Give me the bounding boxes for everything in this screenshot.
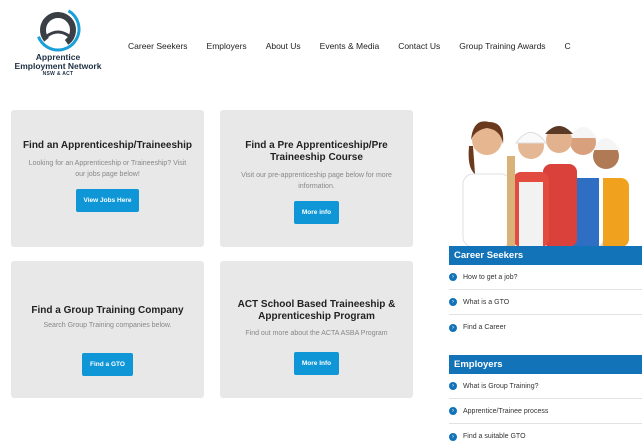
sidebar-item-what-is-gto[interactable]: › What is a GTO xyxy=(449,290,642,315)
chevron-right-icon: › xyxy=(449,432,457,441)
card-act-school-based: ACT School Based Traineeship & Apprentic… xyxy=(220,261,413,398)
card-title: ACT School Based Traineeship & Apprentic… xyxy=(237,299,396,322)
nav-employers[interactable]: Employers xyxy=(207,41,247,55)
sidebar-header-employers[interactable]: Employers xyxy=(449,355,642,374)
card-title: Find an Apprenticeship/Traineeship xyxy=(22,140,193,151)
sidebar-item-label: What is Group Training? xyxy=(463,382,539,390)
chevron-right-icon: › xyxy=(449,298,457,306)
nav-career-seekers[interactable]: Career Seekers xyxy=(128,41,188,55)
pre-apprenticeship-more-info-button[interactable]: More info xyxy=(293,201,340,224)
apprentices-illustration xyxy=(462,121,629,247)
find-gto-button[interactable]: Find a GTO xyxy=(82,353,133,376)
apprentices-photo xyxy=(449,116,642,247)
card-title: Find a Group Training Company xyxy=(31,305,184,316)
logo-text-line3: NSW & ACT xyxy=(42,71,74,77)
chevron-right-icon: › xyxy=(449,382,457,390)
card-description: Find out more about the ACTA ASBA Progra… xyxy=(245,330,388,337)
main-nav: Career Seekers Employers About Us Events… xyxy=(128,41,571,55)
sidebar-career-seekers: Career Seekers › How to get a job? › Wha… xyxy=(449,246,642,340)
sidebar-item-label: Find a Career xyxy=(463,324,506,331)
sidebar-item-label: How to get a job? xyxy=(463,273,518,281)
card-group-training-company: Find a Group Training Company Search Gro… xyxy=(11,261,204,398)
sidebar-employers: Employers › What is Group Training? › Ap… xyxy=(449,355,642,446)
card-title: Find a Pre Apprenticeship/Pre Traineeshi… xyxy=(245,140,388,163)
nav-contact-us[interactable]: Contact Us xyxy=(398,41,440,55)
nav-item-truncated[interactable]: C xyxy=(565,41,571,55)
logo-text-line2: Employment Network xyxy=(14,61,102,71)
sidebar-item-label: Apprentice/Trainee process xyxy=(463,407,549,415)
sidebar-item-what-is-group-training[interactable]: › What is Group Training? xyxy=(449,374,642,399)
sidebar-header-career-seekers[interactable]: Career Seekers xyxy=(449,246,642,265)
chevron-right-icon: › xyxy=(449,273,457,281)
sidebar-item-how-to-get-job[interactable]: › How to get a job? xyxy=(449,265,642,290)
card-pre-apprenticeship: Find a Pre Apprenticeship/Pre Traineeshi… xyxy=(220,110,413,247)
nav-events-media[interactable]: Events & Media xyxy=(320,41,380,55)
nav-group-training-awards[interactable]: Group Training Awards xyxy=(459,41,545,55)
card-description: Looking for an Apprenticeship or Trainee… xyxy=(28,160,187,178)
nav-about-us[interactable]: About Us xyxy=(266,41,301,55)
sidebar-item-label: What is a GTO xyxy=(463,298,510,306)
card-description: Visit our pre-apprenticeship page below … xyxy=(241,172,392,190)
sidebar-item-find-career[interactable]: › Find a Career xyxy=(449,315,642,340)
sidebar-item-apprentice-process[interactable]: › Apprentice/Trainee process xyxy=(449,399,642,424)
chevron-right-icon: › xyxy=(449,407,457,415)
card-description: Search Group Training companies below. xyxy=(43,322,172,329)
sidebar-item-find-suitable-gto[interactable]: › Find a suitable GTO xyxy=(449,424,642,446)
act-asba-more-info-button[interactable]: More Info xyxy=(293,352,340,375)
view-jobs-button[interactable]: View Jobs Here xyxy=(75,189,140,212)
card-find-apprenticeship: Find an Apprenticeship/Traineeship Looki… xyxy=(11,110,204,247)
site-logo[interactable]: Apprentice Employment Network NSW & ACT xyxy=(8,6,108,90)
logo-mark-icon xyxy=(35,6,81,52)
sidebar-item-label: Find a suitable GTO xyxy=(463,433,526,440)
chevron-right-icon: › xyxy=(449,323,457,332)
